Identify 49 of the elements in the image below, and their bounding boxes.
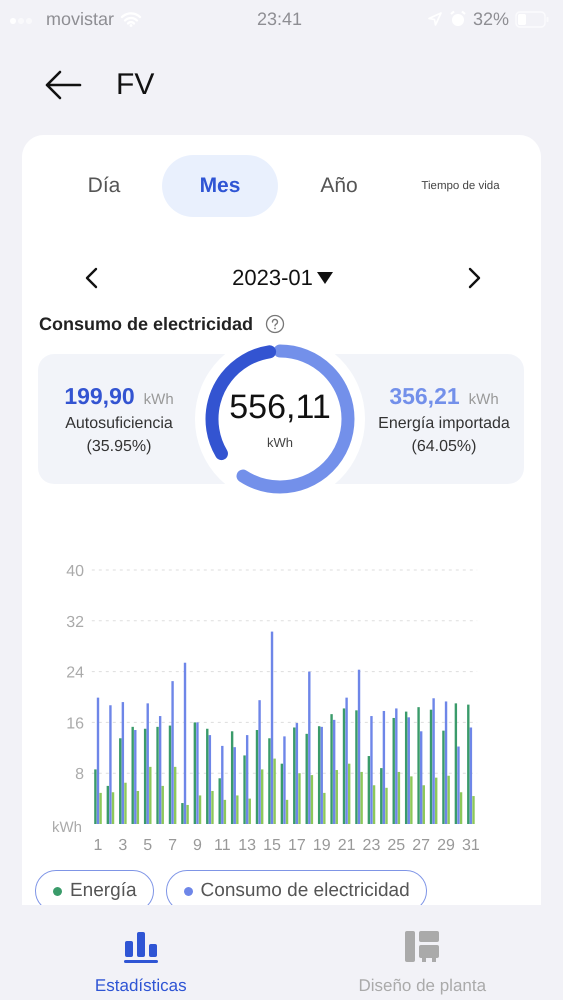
month-dropdown[interactable]: 2023-01 <box>232 265 334 291</box>
energy-value: 356,21 <box>389 382 460 410</box>
axis-tick-label: 27 <box>412 837 430 854</box>
bar-chart-icon <box>122 930 159 964</box>
period-tab[interactable]: Mes <box>162 155 278 217</box>
axis-tick-label: 11 <box>214 837 231 854</box>
axis-tick-label: 16 <box>66 715 84 732</box>
nav-tab[interactable]: Estadísticas <box>0 905 282 1000</box>
axis-tick-label: 19 <box>312 837 331 854</box>
legend-chip[interactable]: Energía <box>35 870 154 905</box>
axis-tick-label: 3 <box>118 837 128 854</box>
total-value: 556,11 <box>229 388 331 427</box>
unit-label: kWh <box>468 390 499 408</box>
unit-label: kWh <box>144 390 174 408</box>
legend-chip[interactable]: Consumo de electricidad <box>166 870 427 905</box>
period-tab[interactable]: Día <box>46 155 162 217</box>
carrier-name: movistar <box>46 8 114 30</box>
axis-tick-label: 31 <box>462 837 480 854</box>
axis-tick-label: 40 <box>66 563 84 580</box>
axis-tick-label: 13 <box>238 837 256 854</box>
page-title: FV <box>116 68 154 102</box>
axis-tick-label: 1 <box>94 837 102 854</box>
percent-label: (64.05%) <box>412 438 476 456</box>
axis-tick-label: 5 <box>143 837 152 854</box>
period-tab[interactable]: Tiempo de vida <box>400 155 521 217</box>
clock-time: 23:41 <box>256 8 302 30</box>
axis-tick-label: 24 <box>66 664 84 682</box>
axis-unit-label: kWh <box>52 819 82 836</box>
axis-tick-label: 29 <box>437 837 455 854</box>
battery-percent: 32% <box>472 8 510 30</box>
caret-icon <box>316 271 334 285</box>
axis-tick-label: 9 <box>192 837 202 854</box>
percent-label: (35.95%) <box>86 438 152 456</box>
energy-label: Energía importada <box>378 414 510 432</box>
unit-label: kWh <box>267 435 293 450</box>
axis-tick-label: 17 <box>288 837 306 854</box>
help-icon[interactable] <box>265 314 286 334</box>
axis-tick-label: 23 <box>362 837 380 854</box>
period-tab[interactable]: Año <box>278 155 400 217</box>
axis-tick-label: 15 <box>263 837 281 854</box>
axis-tick-label: 25 <box>387 837 406 854</box>
section-title: Consumo de electricidad <box>39 314 254 334</box>
axis-tick-label: 32 <box>66 614 84 631</box>
axis-tick-label: 7 <box>168 837 178 854</box>
energy-label: Autosuficiencia <box>65 414 173 432</box>
energy-value: 199,90 <box>64 382 135 410</box>
axis-tick-label: 8 <box>75 766 84 784</box>
layout-icon <box>404 930 440 964</box>
axis-tick-label: 21 <box>338 837 356 854</box>
